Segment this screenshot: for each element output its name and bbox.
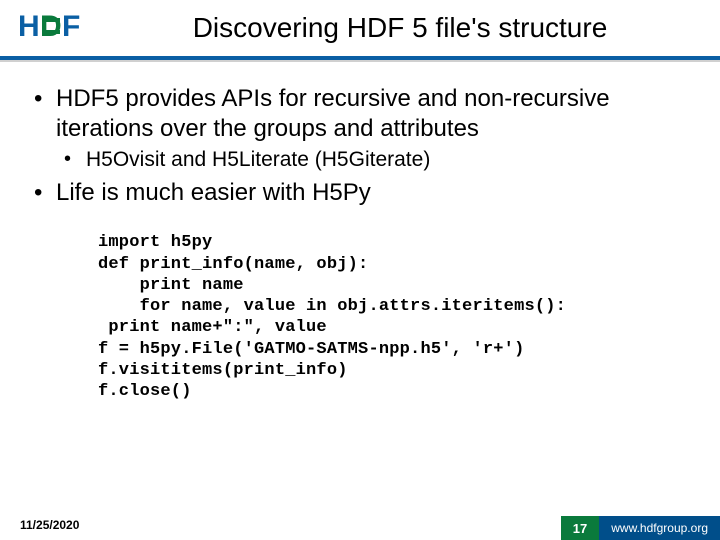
bullet-1: HDF5 provides APIs for recursive and non… — [34, 84, 694, 174]
svg-text:D: D — [40, 10, 62, 43]
slide-title: Discovering HDF 5 file's structure — [110, 12, 690, 44]
bullet-1-text: HDF5 provides APIs for recursive and non… — [56, 85, 610, 142]
footer-date: 11/25/2020 — [20, 518, 79, 532]
code-block: import h5py def print_info(name, obj): p… — [98, 232, 694, 402]
bullet-2: Life is much easier with H5Py — [34, 178, 694, 208]
footer-brand: www.hdfgroup.org — [599, 516, 720, 540]
header-rule — [0, 56, 720, 60]
bullet-1a: H5Ovisit and H5Literate (H5Giterate) — [64, 146, 694, 174]
hdf-logo: H D F — [18, 8, 86, 51]
slide-content: HDF5 provides APIs for recursive and non… — [34, 84, 694, 402]
svg-text:F: F — [62, 10, 80, 43]
bullet-1a-text: H5Ovisit and H5Literate (H5Giterate) — [86, 148, 430, 171]
slide-footer: 11/25/2020 17 www.hdfgroup.org — [0, 512, 720, 540]
svg-text:H: H — [18, 10, 40, 43]
bullet-2-text: Life is much easier with H5Py — [56, 179, 371, 206]
slide-header: H D F Discovering HDF 5 file's structure — [0, 0, 720, 58]
page-number: 17 — [561, 516, 599, 540]
